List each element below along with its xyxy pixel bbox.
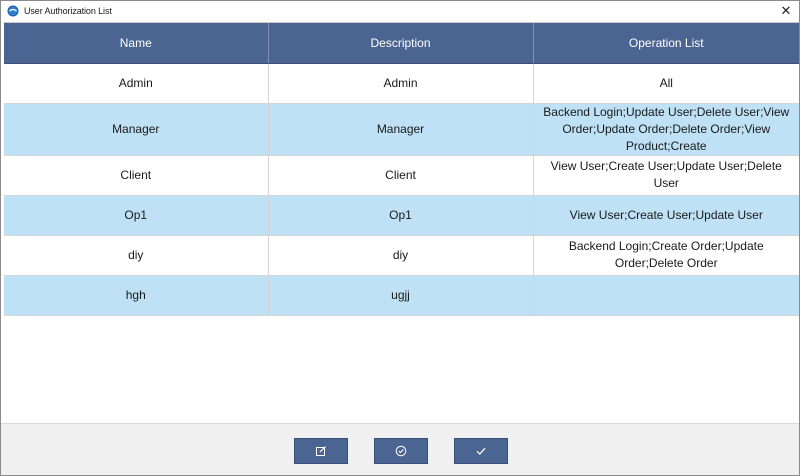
column-header-operation-list[interactable]: Operation List: [533, 23, 799, 64]
column-header-description[interactable]: Description: [268, 23, 534, 64]
cell-operations: Backend Login;Update User;Delete User;Vi…: [533, 103, 799, 156]
table-row[interactable]: hgh ugjj: [4, 275, 799, 316]
cell-description: Admin: [268, 63, 534, 104]
cell-description: Manager: [268, 103, 534, 156]
cell-name: Manager: [4, 103, 269, 156]
close-button[interactable]: ✕: [775, 2, 797, 19]
cell-name: Op1: [4, 195, 269, 236]
table-row[interactable]: Admin Admin All: [4, 63, 799, 104]
cell-description: diy: [268, 235, 534, 276]
cell-operations: [533, 275, 799, 316]
confirm-button[interactable]: [374, 438, 428, 464]
cell-name: Admin: [4, 63, 269, 104]
table-row[interactable]: Op1 Op1 View User;Create User;Update Use…: [4, 195, 799, 236]
table-row[interactable]: diy diy Backend Login;Create Order;Updat…: [4, 235, 799, 276]
table-row[interactable]: Manager Manager Backend Login;Update Use…: [4, 103, 799, 156]
user-authorization-window: User Authorization List ✕ Name Descripti…: [0, 0, 800, 476]
cell-operations: View User;Create User;Update User;Delete…: [533, 155, 799, 196]
cell-operations: View User;Create User;Update User: [533, 195, 799, 236]
table-header-row: Name Description Operation List: [4, 23, 799, 64]
authorization-grid: Name Description Operation List Admin Ad…: [4, 22, 799, 422]
column-header-name[interactable]: Name: [4, 23, 269, 64]
cell-name: hgh: [4, 275, 269, 316]
cell-description: Op1: [268, 195, 534, 236]
window-title: User Authorization List: [24, 6, 112, 16]
cell-description: ugjj: [268, 275, 534, 316]
cell-name: diy: [4, 235, 269, 276]
edit-icon: [315, 445, 327, 457]
edit-button[interactable]: [294, 438, 348, 464]
title-bar: User Authorization List ✕: [1, 1, 799, 21]
table-row[interactable]: Client Client View User;Create User;Upda…: [4, 155, 799, 196]
cell-name: Client: [4, 155, 269, 196]
authorization-table: Name Description Operation List Admin Ad…: [4, 23, 799, 316]
app-icon: [7, 5, 19, 17]
cell-description: Client: [268, 155, 534, 196]
cell-operations: Backend Login;Create Order;Update Order;…: [533, 235, 799, 276]
circle-check-icon: [395, 445, 407, 457]
cell-operations: All: [533, 63, 799, 104]
footer-toolbar: [1, 423, 799, 475]
ok-button[interactable]: [454, 438, 508, 464]
check-icon: [475, 445, 487, 457]
